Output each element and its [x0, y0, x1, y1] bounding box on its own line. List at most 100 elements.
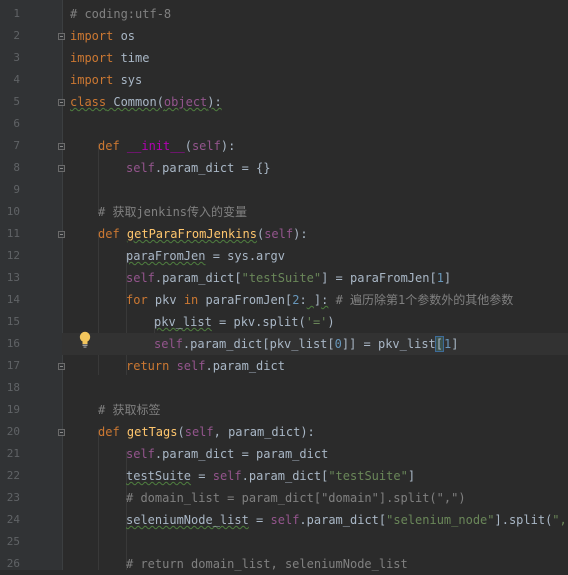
line-number: 8: [13, 161, 20, 174]
code-token: def: [98, 139, 127, 153]
code-text: def __init__(self):: [98, 135, 235, 157]
code-token: self: [264, 227, 294, 241]
fold-marker-icon[interactable]: [58, 165, 65, 172]
code-text: import os: [70, 25, 135, 47]
fold-marker-icon[interactable]: [58, 99, 65, 106]
code-token: .param_dict[: [154, 271, 242, 285]
code-editor[interactable]: 1 2 3 4 5 6 7 8 9 10 11 12 13 14 15 16 17 18 19 20 21 22 23 24 2…: [0, 0, 568, 571]
fold-marker-icon[interactable]: [58, 231, 65, 238]
code-token: # coding:utf-8: [70, 7, 172, 21]
code-line[interactable]: # 获取jenkins传入的变量: [62, 201, 568, 223]
code-line[interactable]: self.param_dict = param_dict: [62, 443, 568, 465]
code-token: "testSuite": [328, 469, 408, 483]
code-token: class: [70, 95, 107, 109]
code-token: self: [176, 359, 206, 373]
code-text: def getParaFromJenkins(self):: [98, 223, 308, 245]
line-number: 17: [6, 359, 20, 372]
code-token: .param_dict: [205, 359, 285, 373]
code-token: self: [270, 513, 300, 527]
code-line[interactable]: import os: [62, 25, 568, 47]
lightbulb-icon[interactable]: [78, 331, 92, 349]
code-token: ] = paraFromJen[: [321, 271, 437, 285]
code-line[interactable]: pkv_list = pkv.split('='): [62, 311, 568, 333]
code-line[interactable]: def getParaFromJenkins(self):: [62, 223, 568, 245]
code-token: for: [126, 293, 155, 307]
code-token: 0: [334, 337, 342, 351]
code-token: ]: [443, 271, 452, 285]
line-number: 26: [6, 557, 20, 570]
code-text: self.param_dict["testSuite"] = paraFromJ…: [126, 267, 451, 289]
code-line[interactable]: # return domain_list, seleniumNode_list: [62, 553, 568, 575]
code-token: self: [126, 161, 155, 175]
code-token: # return domain_list, seleniumNode_list: [126, 557, 408, 571]
code-token: time: [113, 51, 150, 65]
code-token: return: [126, 359, 177, 373]
code-line[interactable]: import sys: [62, 69, 568, 91]
code-token: .param_dict = param_dict: [154, 447, 329, 461]
line-number: 10: [6, 205, 20, 218]
code-token: ].split(: [494, 513, 553, 527]
code-line[interactable]: def getTags(self, param_dict):: [62, 421, 568, 443]
fold-marker-icon[interactable]: [58, 33, 65, 40]
code-text: for pkv in paraFromJen[2: ]: # 遍历除第1个参数外…: [126, 289, 513, 311]
code-line[interactable]: self.param_dict["testSuite"] = paraFromJ…: [62, 267, 568, 289]
code-line[interactable]: paraFromJen = sys.argv: [62, 245, 568, 267]
code-line[interactable]: return self.param_dict: [62, 355, 568, 377]
code-token: = pkv.split(: [211, 315, 306, 329]
code-text: self.param_dict = {}: [126, 157, 271, 179]
line-gutter[interactable]: 1 2 3 4 5 6 7 8 9 10 11 12 13 14 15 16 17 18 19 20 21 22 23 24 2…: [0, 0, 63, 570]
code-token: :: [299, 293, 307, 307]
code-token: paraFromJen[: [205, 293, 293, 307]
code-token: object: [163, 95, 208, 109]
code-text: self.param_dict = param_dict: [126, 443, 328, 465]
code-line[interactable]: seleniumNode_list = self.param_dict["sel…: [62, 509, 568, 531]
code-line[interactable]: import time: [62, 47, 568, 69]
code-token: ]] = pkv_list: [341, 337, 436, 351]
line-number: 14: [6, 293, 20, 306]
line-number: 5: [13, 95, 20, 108]
code-token: self: [212, 469, 242, 483]
code-token: self: [154, 337, 183, 351]
code-line[interactable]: testSuite = self.param_dict["testSuite"]: [62, 465, 568, 487]
code-token: "testSuite": [241, 271, 322, 285]
code-text: import time: [70, 47, 149, 69]
code-line[interactable]: def __init__(self):: [62, 135, 568, 157]
code-token: testSuite: [126, 469, 192, 483]
fold-marker-icon[interactable]: [58, 363, 65, 370]
code-token: pkv_list: [154, 315, 212, 329]
code-token: '=': [305, 315, 328, 329]
code-token: import: [70, 51, 114, 65]
code-area[interactable]: # coding:utf-8 import os import time import…: [62, 0, 568, 571]
code-line[interactable]: # 获取标签: [62, 399, 568, 421]
code-line[interactable]: # domain_list = param_dict["domain"].spl…: [62, 487, 568, 509]
code-line[interactable]: self.param_dict = {}: [62, 157, 568, 179]
code-token: import: [70, 29, 114, 43]
code-line[interactable]: class Common(object):: [62, 91, 568, 113]
fold-marker-icon[interactable]: [58, 143, 65, 150]
fold-marker-icon[interactable]: [58, 429, 65, 436]
line-number: 20: [6, 425, 20, 438]
code-line[interactable]: # coding:utf-8: [62, 3, 568, 25]
code-text: seleniumNode_list = self.param_dict["sel…: [126, 509, 568, 531]
code-text: self.param_dict[pkv_list[0]] = pkv_list[…: [154, 333, 458, 355]
code-token: def: [98, 425, 127, 439]
code-token: 1: [443, 337, 452, 351]
code-token: .param_dict[pkv_list[: [182, 337, 335, 351]
code-text: # 获取jenkins传入的变量: [98, 201, 247, 223]
code-text: def getTags(self, param_dict):: [98, 421, 315, 443]
code-token: .param_dict = {}: [154, 161, 271, 175]
code-text: # 获取标签: [98, 399, 160, 421]
code-line[interactable]: self.param_dict[pkv_list[0]] = pkv_list[…: [62, 333, 568, 355]
code-token: =: [191, 469, 213, 483]
line-number: 4: [13, 73, 20, 86]
code-token: in: [183, 293, 206, 307]
code-line[interactable]: for pkv in paraFromJen[2: ]: # 遍历除第1个参数外…: [62, 289, 568, 311]
line-number: 16: [6, 337, 20, 350]
code-text: class Common(object):: [70, 91, 222, 113]
code-token: self: [126, 447, 155, 461]
code-token: [: [434, 336, 445, 352]
code-token: seleniumNode_list: [126, 513, 249, 527]
line-number: 19: [6, 403, 20, 416]
line-number: 6: [13, 117, 20, 130]
